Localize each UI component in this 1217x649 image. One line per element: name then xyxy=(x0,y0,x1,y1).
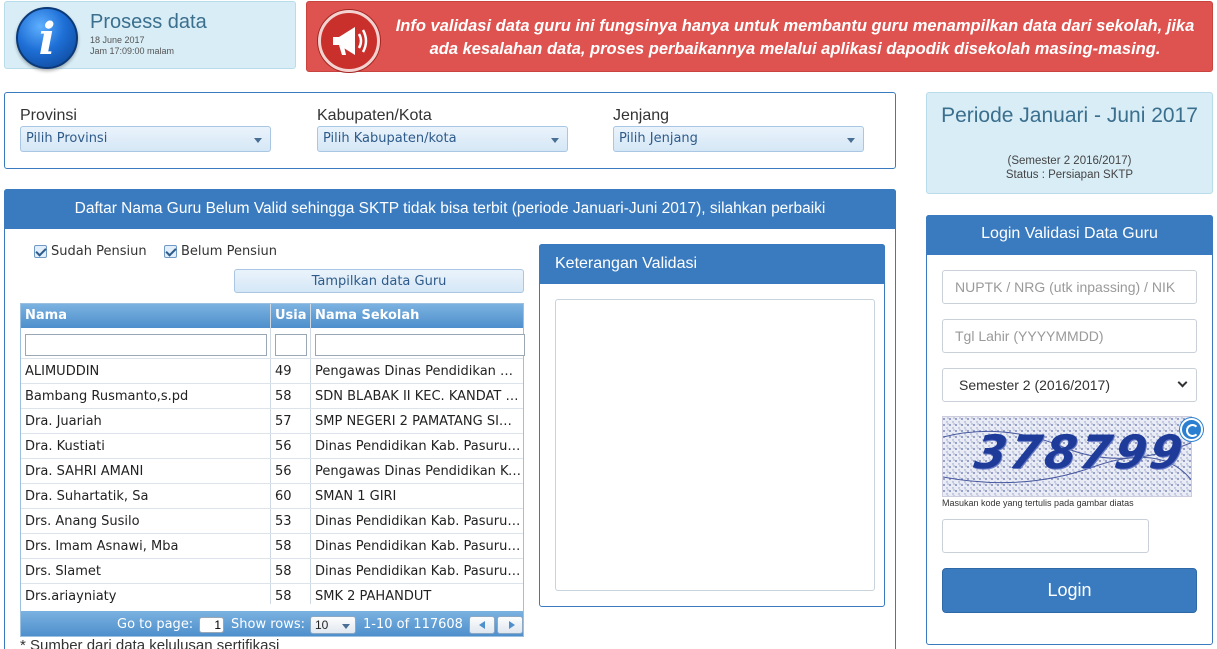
login-title: Login Validasi Data Guru xyxy=(981,225,1158,242)
cell-sekolah: Pengawas Dinas Pendidikan Kota Pasuruan xyxy=(315,464,521,479)
show-rows-label: Show rows: xyxy=(231,617,306,632)
process-time: Jam 17:09:00 malam xyxy=(90,46,175,56)
info-icon: i xyxy=(16,7,78,69)
cell-nama: Drs.ariayniaty xyxy=(25,589,117,604)
kabupaten-select-value: Pilih Kabupaten/kota xyxy=(323,131,457,146)
next-page-button[interactable] xyxy=(497,616,523,634)
periode-status: Status : Persiapan SKTP xyxy=(1005,169,1134,181)
periode-semester: (Semester 2 2016/2017) xyxy=(1007,155,1132,167)
guru-list-title: Daftar Nama Guru Belum Valid sehingga SK… xyxy=(74,200,826,217)
arrow-left-icon xyxy=(479,621,485,629)
table-row[interactable]: Bambang Rusmanto,s.pd 58 SDN BLABAK II KEC… xyxy=(21,383,523,408)
show-rows-select[interactable]: 10 xyxy=(310,616,356,634)
kabupaten-label: Kabupaten/Kota xyxy=(317,107,432,124)
tgl-lahir-input[interactable]: Tgl Lahir (YYYYMMDD) xyxy=(942,319,1197,353)
cell-nama: Drs. Anang Susilo xyxy=(25,514,140,529)
cell-nama: Drs. Slamet xyxy=(25,564,101,579)
filter-nama-input[interactable] xyxy=(25,334,267,356)
arrow-right-icon xyxy=(509,621,515,629)
cell-usia: 53 xyxy=(275,514,292,529)
cell-sekolah: Dinas Pendidikan Kab. Pasuruan xyxy=(315,439,521,454)
belum-pensiun-checkbox[interactable] xyxy=(164,245,177,258)
table-row[interactable]: Drs.ariayniaty 58 SMK 2 PAHANDUT xyxy=(21,583,523,608)
provinsi-label: Provinsi xyxy=(20,107,77,124)
cell-usia: 58 xyxy=(275,539,292,554)
nuptk-input[interactable]: NUPTK / NRG (utk inpassing) / NIK xyxy=(942,270,1197,304)
filter-sekolah-input[interactable] xyxy=(315,334,525,356)
cell-sekolah: Dinas Pendidikan Kab. Pasuruan xyxy=(315,514,521,529)
goto-page-input[interactable]: 1 xyxy=(199,617,224,633)
cell-sekolah: Dinas Pendidikan Kab. Pasuruan xyxy=(315,564,521,579)
sudah-pensiun-label: Sudah Pensiun xyxy=(51,244,147,259)
provinsi-select[interactable]: Pilih Provinsi xyxy=(20,126,271,152)
chevron-down-icon xyxy=(847,138,855,143)
cell-nama: Dra. SAHRI AMANI xyxy=(25,464,144,479)
table-row[interactable]: Dra. Juariah 57 SMP NEGERI 2 PAMATANG SIDA… xyxy=(21,408,523,433)
chevron-down-icon xyxy=(551,138,559,143)
process-date: 18 June 2017 xyxy=(90,35,145,45)
table-row[interactable]: ALIMUDDIN 49 Pengawas Dinas Pendidikan Kab… xyxy=(21,358,523,383)
cell-usia: 49 xyxy=(275,364,292,379)
keterangan-textarea[interactable] xyxy=(555,299,875,591)
cell-sekolah: SDN BLABAK II KEC. KANDAT KAB. KEDIRI xyxy=(315,389,521,404)
filter-usia-input[interactable] xyxy=(275,334,307,356)
table-row[interactable]: Drs. Imam Asnawi, Mba 58 Dinas Pendidikan … xyxy=(21,533,523,558)
column-header-sekolah[interactable]: Nama Sekolah xyxy=(315,308,419,323)
kabupaten-select[interactable]: Pilih Kabupaten/kota xyxy=(317,126,568,152)
cell-nama: Dra. Juariah xyxy=(25,414,102,429)
cell-nama: ALIMUDDIN xyxy=(25,364,100,379)
cell-usia: 56 xyxy=(275,439,292,454)
cell-usia: 58 xyxy=(275,389,292,404)
jenjang-select[interactable]: Pilih Jenjang xyxy=(613,126,864,152)
page-range: 1-10 of 117608 xyxy=(363,617,463,632)
captcha-code: 378799 xyxy=(971,425,1189,479)
cell-usia: 57 xyxy=(275,414,292,429)
chevron-down-icon xyxy=(1177,377,1188,388)
semester-select-value: Semester 2 (2016/2017) xyxy=(959,377,1110,393)
periode-title: Periode Januari - Juni 2017 xyxy=(941,104,1198,127)
provinsi-select-value: Pilih Provinsi xyxy=(26,131,108,146)
tampilkan-data-button[interactable]: Tampilkan data Guru xyxy=(234,269,524,293)
cell-usia: 60 xyxy=(275,489,292,504)
sudah-pensiun-checkbox[interactable] xyxy=(34,245,47,258)
prev-page-button[interactable] xyxy=(469,616,495,634)
column-header-usia[interactable]: Usia xyxy=(275,308,307,323)
captcha-hint: Masukan kode yang tertulis pada gambar d… xyxy=(942,498,1134,508)
captcha-input[interactable] xyxy=(942,519,1149,553)
cell-sekolah: Dinas Pendidikan Kab. Pasuruan xyxy=(315,539,521,554)
keterangan-title: Keterangan Validasi xyxy=(555,255,698,272)
login-button[interactable]: Login xyxy=(942,568,1197,613)
cell-usia: 58 xyxy=(275,589,292,604)
belum-pensiun-label: Belum Pensiun xyxy=(181,244,278,259)
cell-nama: Dra. Suhartatik, Sa xyxy=(25,489,149,504)
grid-header xyxy=(21,304,523,328)
table-row[interactable]: Dra. Kustiati 56 Dinas Pendidikan Kab. Pas… xyxy=(21,433,523,458)
refresh-icon[interactable] xyxy=(1180,418,1203,441)
chevron-down-icon xyxy=(254,138,262,143)
process-title: Prosess data xyxy=(90,11,207,33)
banner-text: Info validasi data guru ini fungsinya ha… xyxy=(395,17,1195,58)
table-row[interactable]: Drs. Anang Susilo 53 Dinas Pendidikan Kab.… xyxy=(21,508,523,533)
cell-sekolah: SMK 2 PAHANDUT xyxy=(315,589,432,604)
show-rows-value: 10 xyxy=(315,618,329,632)
jenjang-select-value: Pilih Jenjang xyxy=(619,131,698,146)
cell-nama: Bambang Rusmanto,s.pd xyxy=(25,389,189,404)
cell-sekolah: Pengawas Dinas Pendidikan Kab. Pasuruan xyxy=(315,364,521,379)
cell-usia: 56 xyxy=(275,464,292,479)
cell-usia: 58 xyxy=(275,564,292,579)
semester-select[interactable]: Semester 2 (2016/2017) xyxy=(942,368,1197,402)
chevron-down-icon xyxy=(342,624,350,629)
table-row[interactable]: Drs. Slamet 58 Dinas Pendidikan Kab. Pasur… xyxy=(21,558,523,583)
source-note: * Sumber dari data kelulusan sertifikasi xyxy=(20,637,280,649)
goto-page-label: Go to page: xyxy=(117,617,194,632)
cell-sekolah: SMP NEGERI 2 PAMATANG SIDAMANIK xyxy=(315,414,521,429)
cell-nama: Drs. Imam Asnawi, Mba xyxy=(25,539,179,554)
cell-nama: Dra. Kustiati xyxy=(25,439,105,454)
column-header-nama[interactable]: Nama xyxy=(25,308,67,323)
megaphone-icon xyxy=(318,10,380,72)
jenjang-label: Jenjang xyxy=(613,107,670,124)
cell-sekolah: SMAN 1 GIRI xyxy=(315,489,397,504)
table-row[interactable]: Dra. SAHRI AMANI 56 Pengawas Dinas Pendidi… xyxy=(21,458,523,483)
table-row[interactable]: Dra. Suhartatik, Sa 60 SMAN 1 GIRI xyxy=(21,483,523,508)
